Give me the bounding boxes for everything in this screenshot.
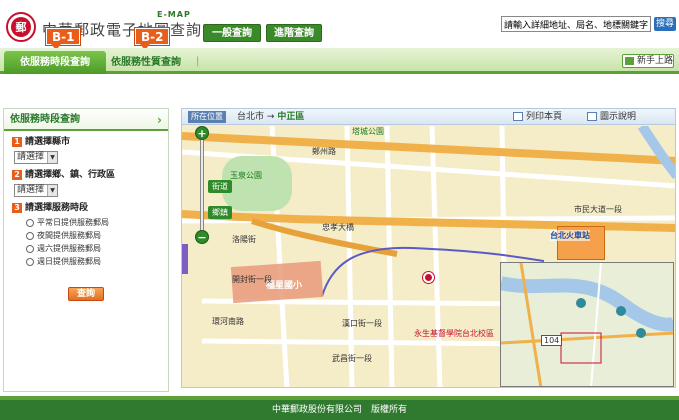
badge-b2: B-2: [135, 28, 170, 50]
radio-icon[interactable]: [26, 218, 34, 227]
sidebar-title: 依服務時段查詢 ›: [4, 109, 168, 131]
collapse-handle[interactable]: [182, 244, 188, 274]
sidebar-title-text: 依服務時段查詢: [10, 114, 80, 125]
chevron-down-icon: ▼: [47, 185, 57, 196]
zoom-out-icon[interactable]: −: [195, 230, 209, 244]
step-1-label: 請選擇縣市: [25, 137, 71, 147]
tab-bar: 依服務時段查詢 依服務性質查詢 | 新手上路: [0, 48, 679, 74]
map-label-road7: 洛陽街: [232, 235, 256, 244]
legend-button[interactable]: 圖示說明: [587, 109, 636, 125]
legend-icon: [587, 112, 597, 121]
spacer: [0, 74, 679, 107]
help-label: 新手上路: [637, 56, 674, 66]
county-select[interactable]: 請選擇 ▼: [14, 151, 58, 164]
zoom-town-button[interactable]: 鄉鎮: [208, 206, 232, 219]
search-button[interactable]: 搜尋: [654, 17, 676, 31]
radio-sunday[interactable]: 週日提供服務郵局: [26, 257, 168, 267]
map-label-road4: 開封街一段: [232, 275, 272, 284]
district-select[interactable]: 請選擇 ▼: [14, 184, 58, 197]
park-area: [222, 156, 292, 211]
radio-weekday[interactable]: 平常日提供服務郵局: [26, 218, 168, 228]
radio-icon[interactable]: [26, 257, 34, 266]
zoom-slider-track[interactable]: [200, 136, 204, 236]
legend-label: 圖示說明: [600, 112, 637, 122]
overview-map[interactable]: 104: [500, 262, 674, 387]
district-select-value: 請選擇: [17, 185, 45, 195]
radio-icon[interactable]: [26, 231, 34, 240]
zoom-control: + −: [195, 126, 209, 246]
location-marker-icon[interactable]: [423, 272, 434, 283]
print-label: 列印本頁: [526, 112, 563, 122]
map-label-road5: 漢口街一段: [342, 319, 382, 328]
query-button[interactable]: 查詢: [68, 287, 104, 301]
zoom-street-button[interactable]: 街道: [208, 180, 232, 193]
step-1: 1 請選擇縣市: [12, 135, 168, 149]
badge-b1: B-1: [46, 28, 81, 50]
tab-separator: |: [196, 56, 200, 67]
step-2-number: 2: [12, 169, 22, 180]
county-select-value: 請選擇: [17, 152, 45, 162]
radio-night[interactable]: 夜間提供服務郵局: [26, 231, 168, 241]
step-1-number: 1: [12, 136, 22, 147]
map-label-road1: 忠孝大橋: [322, 223, 354, 232]
location-label: 所在位置: [188, 111, 226, 123]
post-logo-icon: 郵: [11, 17, 31, 37]
map-label-park2: 塔城公園: [352, 127, 384, 136]
emap-label: E-MAP: [157, 10, 191, 19]
route-shield: 104: [541, 335, 563, 346]
map-label-road2: 鄭州路: [312, 147, 336, 156]
chevron-down-icon: ▼: [47, 152, 57, 163]
radio-label: 夜間提供服務郵局: [37, 231, 101, 240]
breadcrumb-arrow-icon: →: [266, 112, 275, 122]
map-label-road8: 環河南路: [212, 317, 244, 326]
radio-icon[interactable]: [26, 244, 34, 253]
overview-map-graphic: [501, 263, 673, 386]
breadcrumb-district[interactable]: 中正區: [277, 112, 304, 122]
breadcrumb: 台北市 → 中正區: [237, 109, 304, 125]
tab-service-time[interactable]: 依服務時段查詢: [4, 51, 106, 74]
radio-label: 週六提供服務郵局: [37, 244, 101, 253]
radio-saturday[interactable]: 週六提供服務郵局: [26, 244, 168, 254]
logo[interactable]: 郵: [6, 12, 36, 42]
sidebar-panel: 依服務時段查詢 › 1 請選擇縣市 請選擇 ▼ 2 請選擇鄉、鎮、行政區 請選擇 ▼ 3請…: [3, 108, 169, 392]
chevron-right-icon[interactable]: ›: [157, 109, 162, 131]
map-label-station: 台北火車站: [550, 230, 590, 241]
help-icon: [625, 57, 634, 65]
map-toolbar: 所在位置 台北市 → 中正區 列印本頁 圖示說明: [182, 109, 675, 125]
step-2: 2 請選擇鄉、鎮、行政區: [12, 168, 168, 182]
help-button[interactable]: 新手上路: [622, 54, 674, 68]
map-panel: 所在位置 台北市 → 中正區 列印本頁 圖示說明 玉泉公園 塔城公園 福星國小 …: [181, 108, 676, 388]
breadcrumb-city[interactable]: 台北市: [237, 112, 264, 122]
general-search-button[interactable]: 一般查詢: [203, 24, 261, 42]
step-3: 3 請選擇服務時段: [12, 201, 168, 215]
map-label-road6: 武昌街一段: [332, 354, 372, 363]
map-label-park: 玉泉公園: [230, 171, 262, 180]
step-3-label: 請選擇服務時段: [25, 203, 89, 213]
footer: 中華郵政股份有限公司 版權所有: [0, 400, 679, 420]
step-2-label: 請選擇鄉、鎮、行政區: [25, 170, 116, 180]
print-button[interactable]: 列印本頁: [513, 109, 562, 125]
printer-icon: [513, 112, 523, 121]
map-label-road3: 市民大道一段: [574, 205, 622, 214]
map-label-hospital: 永生基督學院台北校區: [414, 329, 494, 338]
zoom-in-icon[interactable]: +: [195, 126, 209, 140]
search-input[interactable]: [501, 16, 651, 32]
map-canvas[interactable]: 玉泉公園 塔城公園 福星國小 台北火車站 忠孝大橋 鄭州路 市民大道一段 開封街…: [182, 126, 675, 387]
step-3-number: 3: [12, 202, 22, 213]
tab-service-type[interactable]: 依服務性質查詢: [111, 51, 181, 74]
top-header: 郵 E-MAP 中華郵政電子地圖查詢 B-1 B-2 一般查詢 進階查詢 搜尋: [0, 0, 679, 50]
radio-label: 週日提供服務郵局: [37, 257, 101, 266]
radio-label: 平常日提供服務郵局: [37, 218, 109, 227]
advanced-search-button[interactable]: 進階查詢: [266, 24, 322, 42]
